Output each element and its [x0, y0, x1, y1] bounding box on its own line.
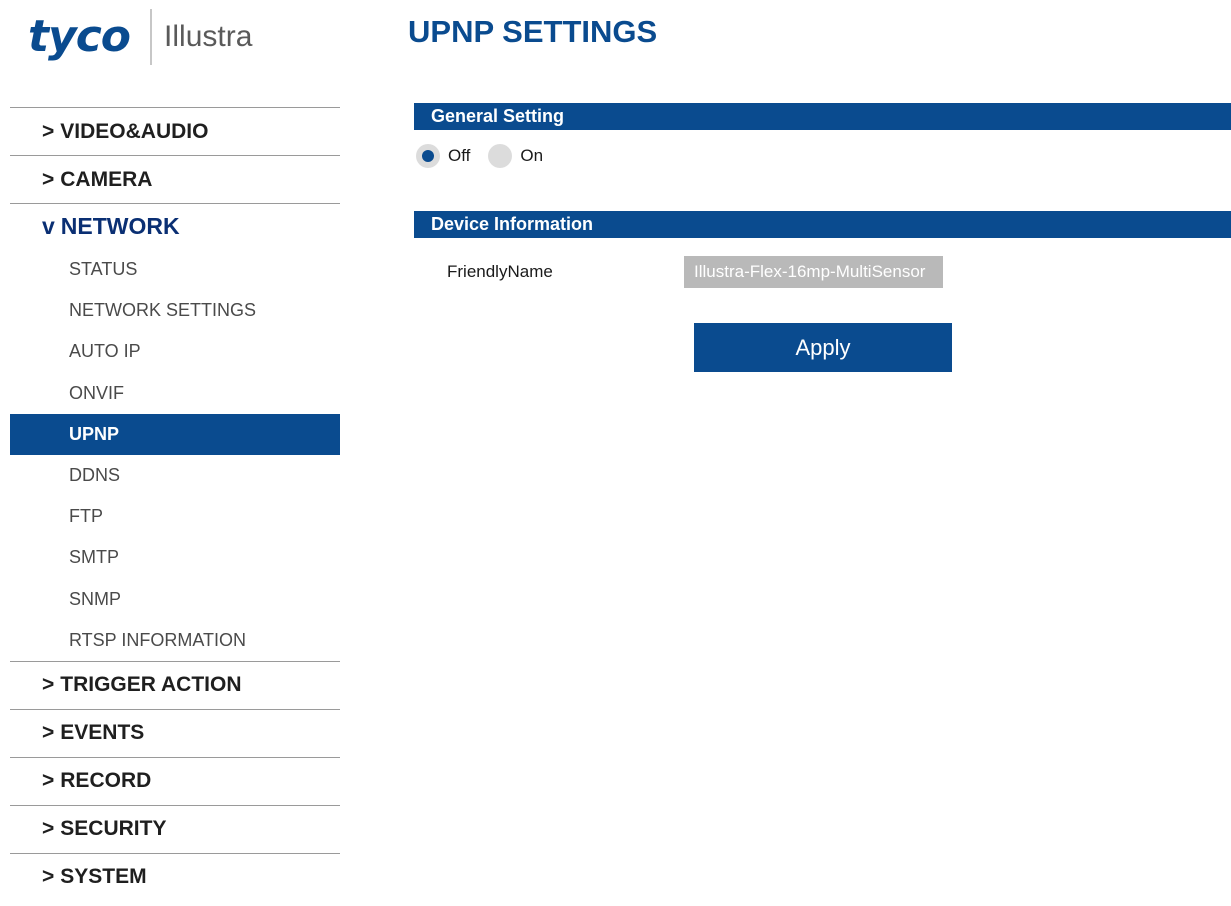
nav-events[interactable]: > EVENTS: [10, 708, 340, 757]
nav-label: CAMERA: [60, 167, 153, 191]
nav-label: RECORD: [60, 769, 152, 793]
nav-smtp[interactable]: SMTP: [10, 537, 340, 578]
nav-label: NETWORK: [60, 213, 180, 239]
sidebar: > VIDEO&AUDIO > CAMERA v NETWORK STATUS …: [10, 107, 340, 901]
nav-rtsp-information[interactable]: RTSP INFORMATION: [10, 620, 340, 661]
nav-label: TRIGGER ACTION: [60, 673, 242, 697]
nav-upnp[interactable]: UPNP: [10, 413, 340, 455]
nav-snmp[interactable]: SNMP: [10, 579, 340, 620]
chevron-right-icon: >: [42, 865, 55, 889]
logo-divider: [150, 9, 153, 65]
logo-illustra: Illustra: [164, 20, 253, 53]
nav-security[interactable]: > SECURITY: [10, 804, 340, 853]
chevron-down-icon: v: [42, 213, 55, 239]
nav-status[interactable]: STATUS: [10, 249, 340, 290]
friendly-name-input[interactable]: [684, 256, 943, 288]
nav-onvif[interactable]: ONVIF: [10, 373, 340, 414]
radio-on-indicator[interactable]: [488, 144, 513, 168]
nav-camera[interactable]: > CAMERA: [10, 155, 340, 203]
apply-button[interactable]: Apply: [694, 323, 952, 372]
nav-video-audio[interactable]: > VIDEO&AUDIO: [10, 107, 340, 155]
page-title: UPNP SETTINGS: [408, 14, 658, 49]
chevron-right-icon: >: [42, 769, 55, 793]
chevron-right-icon: >: [42, 721, 55, 745]
nav-record[interactable]: > RECORD: [10, 756, 340, 805]
nav-label: SECURITY: [60, 817, 167, 841]
nav-system[interactable]: > SYSTEM: [10, 852, 340, 901]
upnp-toggle-group: Off On: [416, 144, 561, 168]
device-information-header: Device Information: [414, 211, 1231, 238]
radio-off-label: Off: [448, 146, 471, 165]
general-setting-header: General Setting: [414, 103, 1231, 130]
logo-tyco: tyco: [28, 11, 131, 62]
radio-on[interactable]: On: [488, 144, 543, 168]
friendly-name-label: FriendlyName: [447, 262, 553, 281]
radio-off-indicator[interactable]: [416, 144, 440, 168]
nav-ftp[interactable]: FTP: [10, 496, 340, 537]
radio-off[interactable]: Off: [416, 144, 470, 168]
nav-label: SYSTEM: [60, 865, 147, 889]
chevron-right-icon: >: [42, 167, 55, 191]
nav-auto-ip[interactable]: AUTO IP: [10, 331, 340, 372]
radio-on-label: On: [520, 146, 544, 165]
nav-network[interactable]: v NETWORK: [10, 203, 340, 249]
nav-label: EVENTS: [60, 721, 145, 745]
chevron-right-icon: >: [42, 817, 55, 841]
network-submenu: STATUS NETWORK SETTINGS AUTO IP ONVIF UP…: [10, 249, 340, 661]
nav-network-settings[interactable]: NETWORK SETTINGS: [10, 290, 340, 331]
nav-ddns[interactable]: DDNS: [10, 455, 340, 496]
nav-trigger-action[interactable]: > TRIGGER ACTION: [10, 660, 340, 709]
chevron-right-icon: >: [42, 673, 55, 697]
chevron-right-icon: >: [42, 119, 55, 143]
logo: tyco Illustra: [28, 6, 252, 68]
nav-label: VIDEO&AUDIO: [60, 119, 209, 143]
